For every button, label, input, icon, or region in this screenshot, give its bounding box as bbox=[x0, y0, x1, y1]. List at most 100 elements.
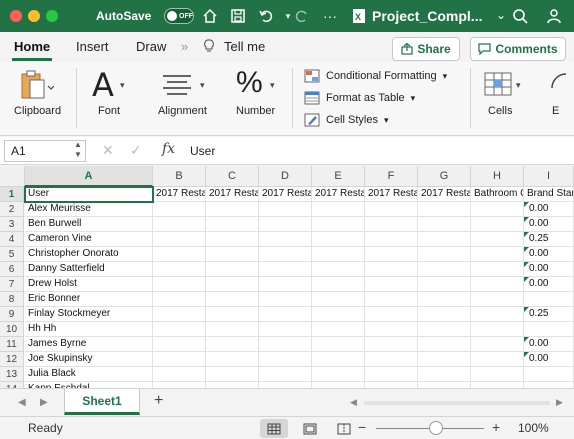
cell-f5[interactable] bbox=[365, 247, 418, 262]
cell-b12[interactable] bbox=[153, 352, 206, 367]
cell-b7[interactable] bbox=[153, 277, 206, 292]
cell-c12[interactable] bbox=[206, 352, 259, 367]
next-sheet-icon[interactable]: ▶ bbox=[40, 397, 48, 408]
cell-i8[interactable] bbox=[524, 292, 574, 307]
cell-g3[interactable] bbox=[418, 217, 471, 232]
cell-e9[interactable] bbox=[312, 307, 365, 322]
cell-i12[interactable]: 0.00 bbox=[524, 352, 574, 367]
column-header-g[interactable]: G bbox=[418, 166, 471, 187]
minimize-window-button[interactable] bbox=[28, 10, 40, 22]
cell-i6[interactable]: 0.00 bbox=[524, 262, 574, 277]
cell-h4[interactable] bbox=[471, 232, 524, 247]
cell-g9[interactable] bbox=[418, 307, 471, 322]
page-layout-view-button[interactable] bbox=[296, 419, 324, 438]
prev-sheet-icon[interactable]: ◀ bbox=[18, 397, 26, 408]
row-header-7[interactable]: 7 bbox=[0, 277, 24, 292]
cell-f12[interactable] bbox=[365, 352, 418, 367]
cancel-entry-icon[interactable]: ✕ bbox=[102, 142, 114, 159]
cell-h12[interactable] bbox=[471, 352, 524, 367]
row-header-12[interactable]: 12 bbox=[0, 352, 24, 367]
row-header-5[interactable]: 5 bbox=[0, 247, 24, 262]
cell-c9[interactable] bbox=[206, 307, 259, 322]
cell-d5[interactable] bbox=[259, 247, 312, 262]
cell-g10[interactable] bbox=[418, 322, 471, 337]
cell-g4[interactable] bbox=[418, 232, 471, 247]
cell-g8[interactable] bbox=[418, 292, 471, 307]
cell-e4[interactable] bbox=[312, 232, 365, 247]
cell-h8[interactable] bbox=[471, 292, 524, 307]
cell-g13[interactable] bbox=[418, 367, 471, 382]
cell-g6[interactable] bbox=[418, 262, 471, 277]
cell-h2[interactable] bbox=[471, 202, 524, 217]
cell-c5[interactable] bbox=[206, 247, 259, 262]
row-header-6[interactable]: 6 bbox=[0, 262, 24, 277]
tell-me-search[interactable]: Tell me bbox=[224, 39, 265, 54]
scroll-right-icon[interactable]: ▶ bbox=[556, 397, 563, 408]
cell-b10[interactable] bbox=[153, 322, 206, 337]
undo-icon[interactable] bbox=[256, 6, 276, 26]
add-sheet-button[interactable]: + bbox=[154, 392, 163, 410]
confirm-entry-icon[interactable]: ✓ bbox=[130, 142, 142, 159]
maximize-window-button[interactable] bbox=[46, 10, 58, 22]
cell-g7[interactable] bbox=[418, 277, 471, 292]
close-window-button[interactable] bbox=[10, 10, 22, 22]
cell-e5[interactable] bbox=[312, 247, 365, 262]
cell-d3[interactable] bbox=[259, 217, 312, 232]
cell-a10[interactable]: Hh Hh bbox=[25, 322, 153, 337]
document-title[interactable]: Project_Compl... bbox=[372, 8, 482, 24]
cell-c11[interactable] bbox=[206, 337, 259, 352]
cell-f2[interactable] bbox=[365, 202, 418, 217]
cell-b5[interactable] bbox=[153, 247, 206, 262]
cell-a6[interactable]: Danny Satterfield bbox=[25, 262, 153, 277]
cell-f13[interactable] bbox=[365, 367, 418, 382]
cell-d13[interactable] bbox=[259, 367, 312, 382]
cell-h1[interactable]: Bathroom C bbox=[471, 187, 524, 202]
column-header-f[interactable]: F bbox=[365, 166, 418, 187]
cell-c4[interactable] bbox=[206, 232, 259, 247]
zoom-percentage[interactable]: 100% bbox=[518, 421, 549, 435]
cell-b8[interactable] bbox=[153, 292, 206, 307]
conditional-formatting-button[interactable]: Conditional Formatting ▾ bbox=[304, 69, 447, 83]
cell-i3[interactable]: 0.00 bbox=[524, 217, 574, 232]
cell-e2[interactable] bbox=[312, 202, 365, 217]
cell-f8[interactable] bbox=[365, 292, 418, 307]
cell-a12[interactable]: Joe Skupinsky bbox=[25, 352, 153, 367]
cell-e6[interactable] bbox=[312, 262, 365, 277]
cell-g12[interactable] bbox=[418, 352, 471, 367]
more-tabs-icon[interactable]: » bbox=[181, 39, 188, 54]
cell-a2[interactable]: Alex Meurisse bbox=[25, 202, 153, 217]
cell-h13[interactable] bbox=[471, 367, 524, 382]
sheet-tab-sheet1[interactable]: Sheet1 bbox=[64, 389, 140, 415]
cell-c10[interactable] bbox=[206, 322, 259, 337]
cell-b13[interactable] bbox=[153, 367, 206, 382]
cell-h5[interactable] bbox=[471, 247, 524, 262]
clipboard-group[interactable]: Clipboard bbox=[6, 62, 68, 136]
scroll-left-icon[interactable]: ◀ bbox=[350, 397, 357, 408]
column-header-h[interactable]: H bbox=[471, 166, 524, 187]
cell-h6[interactable] bbox=[471, 262, 524, 277]
alignment-group[interactable]: ▾ Alignment bbox=[150, 62, 216, 136]
column-header-c[interactable]: C bbox=[206, 166, 259, 187]
tab-draw[interactable]: Draw bbox=[136, 39, 166, 54]
cell-i2[interactable]: 0.00 bbox=[524, 202, 574, 217]
cell-e13[interactable] bbox=[312, 367, 365, 382]
cell-d10[interactable] bbox=[259, 322, 312, 337]
row-header-1[interactable]: 1 bbox=[0, 187, 24, 202]
cell-d11[interactable] bbox=[259, 337, 312, 352]
cell-b6[interactable] bbox=[153, 262, 206, 277]
redo-icon[interactable] bbox=[292, 6, 312, 26]
cell-c1[interactable]: 2017 Resta bbox=[206, 187, 259, 202]
more-icon[interactable]: ··· bbox=[320, 6, 340, 26]
row-header-8[interactable]: 8 bbox=[0, 292, 24, 307]
cell-c13[interactable] bbox=[206, 367, 259, 382]
cell-i5[interactable]: 0.00 bbox=[524, 247, 574, 262]
cell-e10[interactable] bbox=[312, 322, 365, 337]
tab-insert[interactable]: Insert bbox=[76, 39, 109, 54]
column-header-d[interactable]: D bbox=[259, 166, 312, 187]
cell-d8[interactable] bbox=[259, 292, 312, 307]
comments-button[interactable]: Comments bbox=[470, 37, 566, 61]
row-header-3[interactable]: 3 bbox=[0, 217, 24, 232]
editing-group[interactable]: E bbox=[538, 62, 574, 136]
cell-b4[interactable] bbox=[153, 232, 206, 247]
cell-b11[interactable] bbox=[153, 337, 206, 352]
